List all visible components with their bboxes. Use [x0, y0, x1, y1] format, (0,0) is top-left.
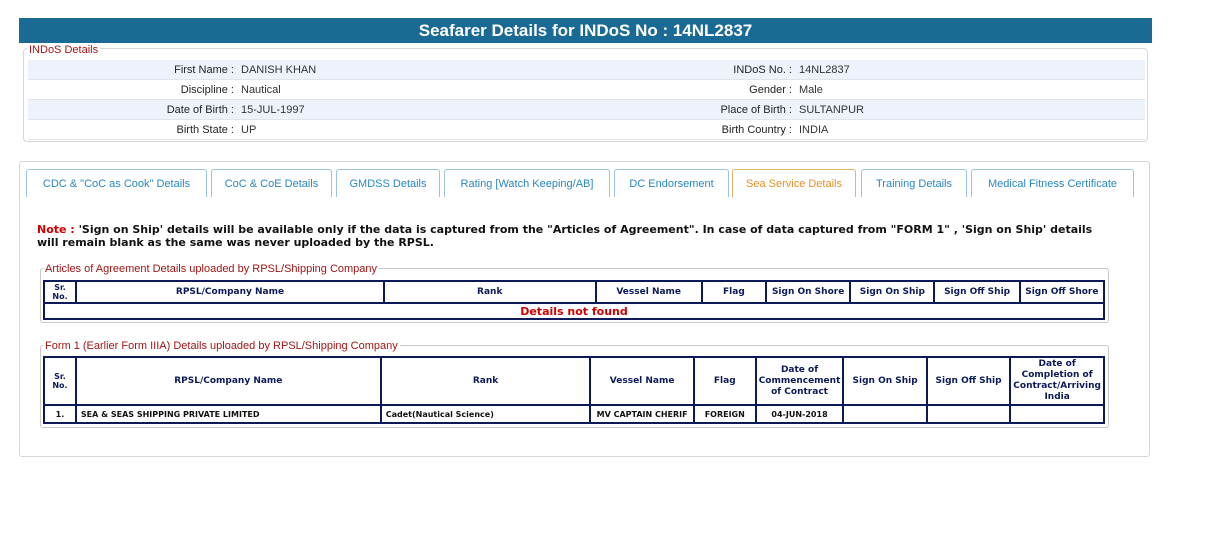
indos-no-value: 14NL2837 [799, 64, 850, 76]
indos-row-2: Discipline Nautical Gender Male [28, 80, 1145, 100]
dob-value: 15-JUL-1997 [241, 104, 305, 116]
indos-details-panel: INDoS Details First Name DANISH KHAN IND… [23, 44, 1148, 142]
place-of-birth-label: Place of Birth [588, 104, 792, 116]
discipline-label: Discipline [28, 84, 234, 96]
tab-medical-fitness[interactable]: Medical Fitness Certificate [971, 169, 1134, 197]
tab-cdc-cook[interactable]: CDC & "CoC as Cook" Details [26, 169, 207, 197]
form1-legend: Form 1 (Earlier Form IIIA) Details uploa… [43, 340, 400, 352]
col-date-completion: Date of Completion of Contract/Arriving … [1009, 356, 1105, 406]
dob-label: Date of Birth [28, 104, 234, 116]
first-name-value: DANISH KHAN [241, 64, 317, 76]
col-flag: Flag [692, 356, 757, 406]
articles-empty-row: Details not found [43, 302, 1105, 320]
cell-sr-no: 1. [43, 404, 77, 424]
indos-row-1: First Name DANISH KHAN INDoS No. 14NL283… [28, 60, 1145, 80]
tab-gmdss[interactable]: GMDSS Details [336, 169, 440, 197]
gender-value: Male [799, 84, 823, 96]
birth-state-label: Birth State [28, 124, 234, 136]
indos-details-legend: INDoS Details [27, 44, 101, 56]
cell-sign-off-ship [925, 404, 1012, 424]
place-of-birth-value: SULTANPUR [799, 104, 864, 116]
col-rank: Rank [382, 280, 597, 304]
col-sign-off-ship: Sign Off Ship [925, 356, 1012, 406]
articles-table: Sr. No. RPSL/Company Name Rank Vessel Na… [42, 280, 1106, 320]
tab-dc-endorsement[interactable]: DC Endorsement [614, 169, 729, 197]
col-vessel-name: Vessel Name [589, 356, 695, 406]
cell-flag: FOREIGN [692, 404, 757, 424]
indos-row-4: Birth State UP Birth Country INDIA [28, 120, 1145, 140]
discipline-value: Nautical [241, 84, 281, 96]
articles-header-row: Sr. No. RPSL/Company Name Rank Vessel Na… [42, 280, 1106, 304]
articles-fieldset: Articles of Agreement Details uploaded b… [40, 263, 1109, 323]
col-sign-off-shore: Sign Off Shore [1018, 280, 1106, 304]
indos-no-label: INDoS No. [588, 64, 792, 76]
page-title: Seafarer Details for INDoS No : 14NL2837 [19, 18, 1152, 43]
col-company-name: RPSL/Company Name [74, 356, 382, 406]
col-sign-on-ship: Sign On Ship [849, 280, 936, 304]
sea-service-panel: CDC & "CoC as Cook" Details CoC & CoE De… [19, 161, 1150, 457]
tab-coc-coe[interactable]: CoC & CoE Details [211, 169, 332, 197]
form1-fieldset: Form 1 (Earlier Form IIIA) Details uploa… [40, 340, 1109, 428]
first-name-label: First Name [28, 64, 234, 76]
col-date-commencement: Date of Commencement of Contract [754, 356, 845, 406]
note-text: 'Sign on Ship' details will be available… [37, 223, 1093, 249]
form1-row-1: 1. SEA & SEAS SHIPPING PRIVATE LIMITED C… [43, 404, 1105, 424]
form1-table: Sr. No. RPSL/Company Name Rank Vessel Na… [43, 356, 1105, 424]
cell-sign-on-ship [842, 404, 928, 424]
tab-rating[interactable]: Rating [Watch Keeping/AB] [444, 169, 610, 197]
cell-date-completion [1009, 404, 1105, 424]
birth-state-value: UP [241, 124, 257, 136]
cell-company-name: SEA & SEAS SHIPPING PRIVATE LIMITED [74, 404, 382, 424]
col-sr-no: Sr. No. [42, 280, 78, 304]
birth-country-value: INDIA [799, 124, 829, 136]
sign-on-ship-note: Note : 'Sign on Ship' details will be av… [37, 223, 1097, 249]
col-sign-off-ship: Sign Off Ship [933, 280, 1021, 304]
col-rank: Rank [379, 356, 592, 406]
tab-sea-service[interactable]: Sea Service Details [732, 169, 856, 197]
col-sign-on-shore: Sign On Shore [764, 280, 852, 304]
birth-country-label: Birth Country [588, 124, 792, 136]
gender-label: Gender [588, 84, 792, 96]
col-sign-on-ship: Sign On Ship [842, 356, 928, 406]
col-flag: Flag [700, 280, 768, 304]
articles-legend: Articles of Agreement Details uploaded b… [43, 263, 380, 275]
cell-rank: Cadet(Nautical Science) [379, 404, 592, 424]
cell-vessel-name: MV CAPTAIN CHERIF [589, 404, 695, 424]
details-not-found: Details not found [43, 302, 1105, 320]
form1-header-row: Sr. No. RPSL/Company Name Rank Vessel Na… [43, 356, 1105, 406]
note-label: Note : [37, 223, 75, 236]
indos-row-3: Date of Birth 15-JUL-1997 Place of Birth… [28, 100, 1145, 120]
tab-training[interactable]: Training Details [861, 169, 967, 197]
col-company-name: RPSL/Company Name [75, 280, 385, 304]
col-sr-no: Sr. No. [43, 356, 77, 406]
cell-date-commencement: 04-JUN-2018 [754, 404, 845, 424]
col-vessel-name: Vessel Name [594, 280, 703, 304]
